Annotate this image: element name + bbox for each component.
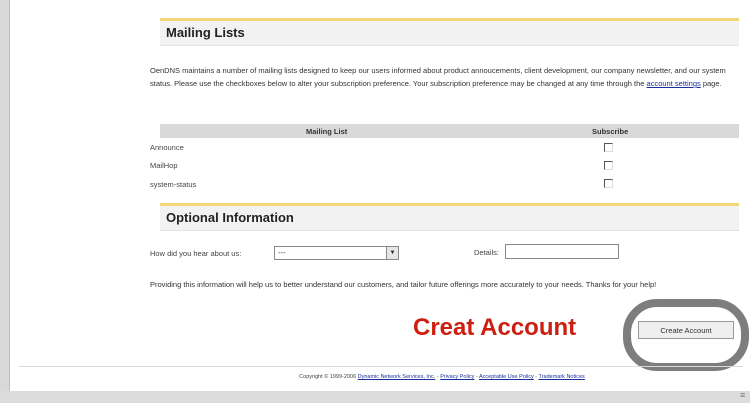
details-input[interactable] xyxy=(505,244,619,259)
resize-grip-icon[interactable]: ≡ xyxy=(740,390,745,400)
mailing-lists-description: OenDNS maintains a number of mailing lis… xyxy=(150,66,726,88)
mailing-list-table-header: Mailing List Subscribe xyxy=(160,124,739,138)
list-item-announce: Announce xyxy=(150,143,184,152)
company-link[interactable]: Dynamic Network Services, Inc. xyxy=(358,374,436,380)
list-item-mailhop: MailHop xyxy=(150,161,178,170)
copyright-text: Copyright © 1999-2006 xyxy=(299,374,357,380)
mailing-lists-header: Mailing Lists xyxy=(160,21,739,46)
chevron-down-icon[interactable]: ▼ xyxy=(386,247,398,259)
hear-about-label: How did you hear about us: xyxy=(150,249,242,258)
subscribe-checkbox-announce[interactable] xyxy=(604,143,613,152)
column-header-mailing-list: Mailing List xyxy=(306,127,348,136)
account-settings-link[interactable]: account settings xyxy=(647,79,701,88)
account-form: Mailing Lists OenDNS maintains a number … xyxy=(141,0,749,391)
section-title: Mailing Lists xyxy=(166,25,245,40)
create-account-button[interactable]: Create Account xyxy=(638,321,734,339)
details-label: Details: xyxy=(474,248,500,257)
privacy-policy-link[interactable]: Privacy Policy xyxy=(440,374,474,380)
subscribe-checkbox-system-status[interactable] xyxy=(604,179,613,188)
hear-about-value: --- xyxy=(278,248,286,257)
window-bottom-edge xyxy=(0,391,750,403)
list-item-system-status: system-status xyxy=(150,180,197,189)
column-header-subscribe: Subscribe xyxy=(592,127,629,136)
footer-divider xyxy=(19,366,743,367)
annotation-label: Creat Account xyxy=(413,314,577,341)
acceptable-use-policy-link[interactable]: Acceptable Use Policy xyxy=(479,374,534,380)
subscribe-checkbox-mailhop[interactable] xyxy=(604,161,613,170)
page-frame: Mailing Lists OenDNS maintains a number … xyxy=(9,0,750,391)
footer: Copyright © 1999-2006 Dynamic Network Se… xyxy=(299,374,585,380)
section-title: Optional Information xyxy=(166,210,294,225)
trademark-notices-link[interactable]: Trademark Notices xyxy=(539,374,585,380)
hear-about-select[interactable]: --- ▼ xyxy=(274,246,399,260)
help-text: Providing this information will help us … xyxy=(150,280,657,289)
optional-information-header: Optional Information xyxy=(160,206,739,231)
